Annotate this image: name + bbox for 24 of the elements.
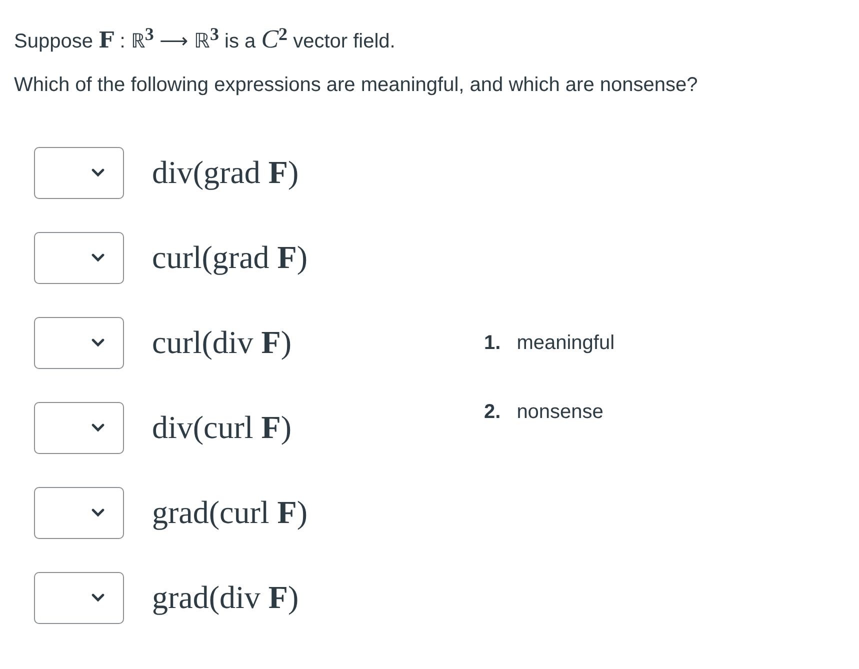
chevron-down-icon [91,168,105,178]
chevron-down-icon [91,253,105,262]
chevron-down-icon [91,508,105,518]
question-text: Which of the following expressions are meaningful, and which are nonsense? [14,74,699,97]
expression-text: div(curl F) [152,409,292,446]
answer-dropdown[interactable] [34,232,124,284]
option-number: 1. [484,332,501,355]
expression-text: grad(div F) [152,579,299,616]
option-label: meaningful [516,332,615,355]
expression-text: curl(div F) [152,324,292,362]
chevron-down-icon [91,593,105,602]
chevron-down-icon [91,338,105,348]
option-label: nonsense [516,400,604,424]
expression-text: div(grad F) [152,154,299,192]
chevron-down-icon [91,423,105,432]
expression-text: curl(grad F) [152,239,308,276]
expression-text: grad(curl F) [152,494,308,532]
answer-dropdown[interactable] [34,486,124,539]
option-number: 2. [484,400,501,424]
prompt-text: Suppose F : ℝ$^{3}$ ⟶ ℝ$^{3}$ is a C$^{2}$ vector field. [14,23,396,56]
answer-dropdown[interactable] [34,146,124,199]
answer-dropdown[interactable] [34,316,124,369]
answer-dropdown[interactable] [34,572,124,624]
answer-dropdown[interactable] [34,402,124,454]
